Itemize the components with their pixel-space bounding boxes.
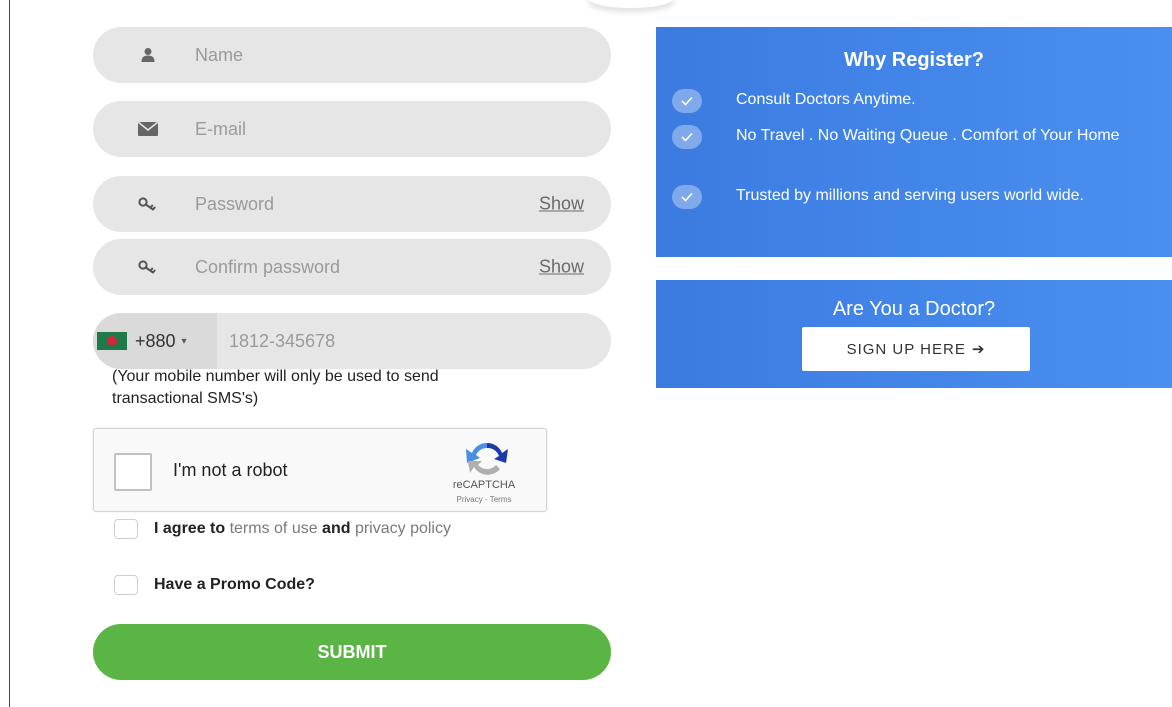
terms-of-use-link[interactable]: terms of use <box>230 520 318 537</box>
why-register-item: No Travel . No Waiting Queue . Comfort o… <box>672 125 1136 149</box>
check-icon <box>672 125 702 149</box>
phone-input[interactable] <box>229 313 549 369</box>
name-input[interactable] <box>195 27 515 83</box>
recaptcha-links[interactable]: Privacy - Terms <box>429 495 539 504</box>
envelope-icon <box>137 118 159 140</box>
recaptcha-checkbox[interactable] <box>114 453 152 491</box>
promo-label: Have a Promo Code? <box>154 576 315 593</box>
why-register-title: Why Register? <box>843 49 985 71</box>
arrow-right-icon: ➔ <box>971 341 986 358</box>
agree-checkbox[interactable] <box>114 519 138 539</box>
doctor-title: Are You a Doctor? <box>832 298 996 320</box>
user-icon <box>137 44 159 66</box>
top-tab-shadow <box>588 0 674 8</box>
country-code-selector[interactable]: +880 ▾ <box>93 313 217 369</box>
email-input[interactable] <box>195 101 515 157</box>
name-field[interactable] <box>93 27 611 83</box>
agree-and: and <box>317 520 355 537</box>
dial-code: +880 <box>135 330 176 351</box>
recaptcha-label: I'm not a robot <box>173 460 288 480</box>
agree-text: I agree to terms of use and privacy poli… <box>154 520 451 538</box>
why-register-item-text: No Travel . No Waiting Queue . Comfort o… <box>736 127 1120 144</box>
why-register-item-text: Consult Doctors Anytime. <box>736 91 916 108</box>
why-register-item-text: Trusted by millions and serving users wo… <box>736 187 1084 204</box>
doctor-signup-button[interactable]: SIGN UP HERE ➔ <box>802 327 1030 371</box>
password-field[interactable]: Show <box>93 176 611 232</box>
phone-field[interactable]: +880 ▾ <box>93 313 611 369</box>
recaptcha-brand: reCAPTCHA <box>452 479 516 491</box>
bangladesh-flag-icon <box>97 332 127 350</box>
why-register-item: Trusted by millions and serving users wo… <box>672 185 1136 209</box>
left-border-line <box>9 0 10 707</box>
why-register-panel: Why Register? Consult Doctors Anytime. N… <box>656 27 1172 257</box>
check-icon <box>672 185 702 209</box>
promo-row: Have a Promo Code? <box>114 575 315 595</box>
key-icon <box>137 256 159 278</box>
doctor-panel: Are You a Doctor? SIGN UP HERE ➔ <box>656 280 1172 388</box>
password-input[interactable] <box>195 176 515 232</box>
phone-note: (Your mobile number will only be used to… <box>112 368 439 407</box>
promo-checkbox[interactable] <box>114 575 138 595</box>
agree-prefix: I agree to <box>154 520 230 537</box>
why-register-item: Consult Doctors Anytime. <box>672 89 1136 113</box>
submit-button[interactable]: SUBMIT <box>93 624 611 680</box>
chevron-down-icon: ▾ <box>181 335 187 347</box>
show-confirm-password-toggle[interactable]: Show <box>539 257 584 278</box>
check-icon <box>672 89 702 113</box>
doctor-signup-label: SIGN UP HERE <box>846 340 966 358</box>
agree-row: I agree to terms of use and privacy poli… <box>114 519 451 539</box>
confirm-password-field[interactable]: Show <box>93 239 611 295</box>
privacy-policy-link[interactable]: privacy policy <box>355 520 451 537</box>
confirm-password-input[interactable] <box>195 239 515 295</box>
registration-page: Show Show +880 ▾ (Your mobile number wil… <box>0 0 1172 707</box>
key-icon <box>137 193 159 215</box>
show-password-toggle[interactable]: Show <box>539 194 584 215</box>
email-field[interactable] <box>93 101 611 157</box>
recaptcha-logo-icon <box>466 442 508 475</box>
recaptcha-widget: I'm not a robot reCAPTCHA Privacy - Term… <box>93 428 547 512</box>
